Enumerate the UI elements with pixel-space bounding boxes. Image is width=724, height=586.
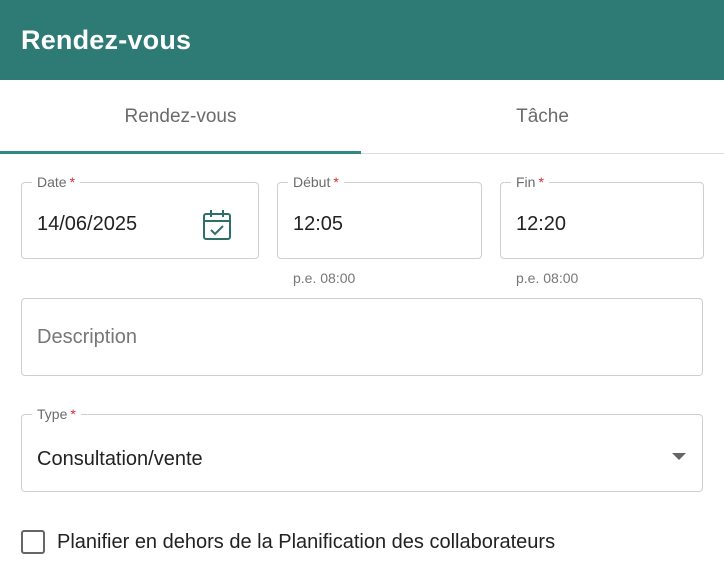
debut-field[interactable]: Début * 12:05: [277, 173, 482, 259]
fin-helper-text: p.e. 08:00: [516, 270, 579, 286]
app-header: Rendez-vous: [0, 0, 724, 80]
date-value: 14/06/2025: [37, 213, 138, 235]
description-placeholder: Description: [37, 326, 138, 348]
fin-field[interactable]: Fin * 12:20: [500, 173, 704, 259]
debut-label: Début *: [288, 173, 344, 191]
type-select[interactable]: Type * Consultation/vente: [21, 405, 703, 492]
type-value: Consultation/vente: [37, 448, 203, 470]
calendar-check-icon[interactable]: [202, 209, 232, 241]
required-asterisk: *: [69, 174, 76, 190]
required-asterisk: *: [538, 174, 544, 190]
schedule-outside-label[interactable]: Planifier en dehors de la Planification …: [57, 531, 555, 554]
debut-value: 12:05: [293, 213, 344, 235]
schedule-outside-checkbox[interactable]: [21, 530, 45, 554]
tab-rendez-vous[interactable]: Rendez-vous: [0, 80, 361, 154]
debut-helper-text: p.e. 08:00: [293, 270, 356, 286]
required-asterisk: *: [333, 174, 339, 190]
dropdown-caret-icon[interactable]: [672, 453, 686, 460]
date-label: Date *: [32, 173, 81, 191]
header-title: Rendez-vous: [21, 24, 192, 55]
type-label: Type *: [32, 405, 81, 423]
fin-value: 12:20: [516, 213, 567, 235]
tab-tache[interactable]: Tâche: [361, 80, 724, 153]
description-field[interactable]: Description: [21, 298, 703, 376]
schedule-outside-row[interactable]: Planifier en dehors de la Planification …: [21, 530, 555, 554]
fin-label: Fin *: [511, 173, 549, 191]
date-field[interactable]: Date * 14/06/2025: [21, 173, 259, 259]
required-asterisk: *: [70, 406, 76, 422]
tab-bar: Rendez-vous Tâche: [0, 80, 724, 154]
